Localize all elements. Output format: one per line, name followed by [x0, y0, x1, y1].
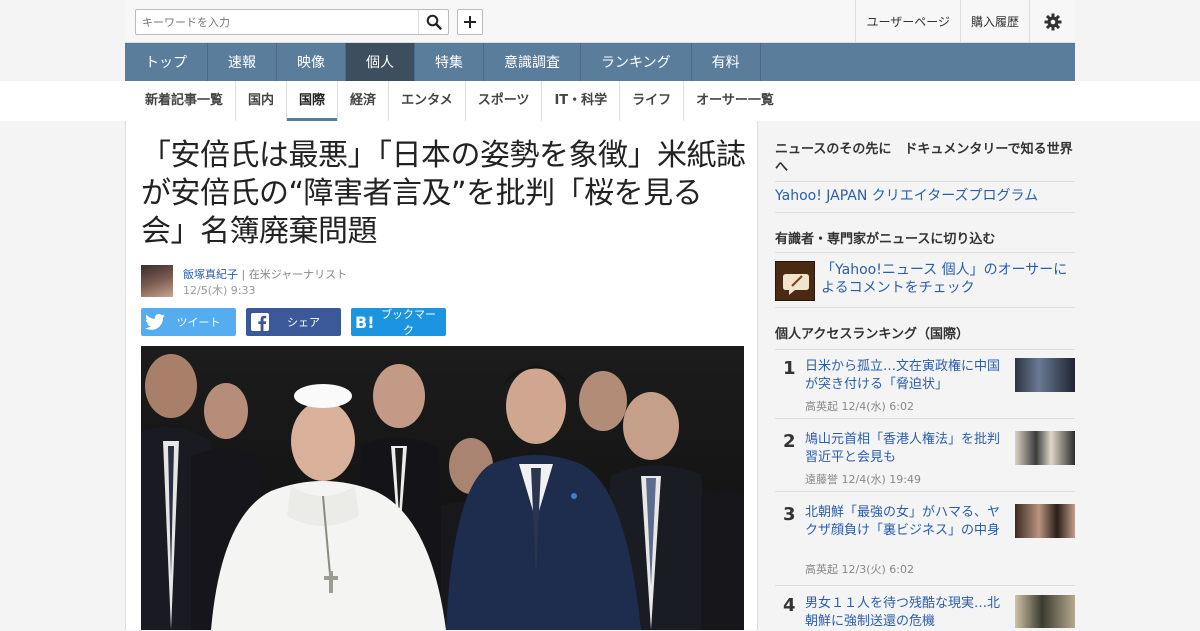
sidebar: ニュースのその先に ドキュメンタリーで知る世界へ Yahoo! JAPAN クリ… [759, 121, 1075, 630]
documentary-heading: ニュースのその先に ドキュメンタリーで知る世界へ [775, 142, 1073, 175]
nav-item-ranking[interactable]: ランキング [581, 43, 692, 81]
ranking-title[interactable]: 鳩山元首相「香港人権法」を批判 習近平と会見も [805, 431, 1013, 467]
twitter-bird-icon [145, 314, 165, 330]
nav-item-personal[interactable]: 個人 [346, 43, 415, 81]
article-photo-illustration [141, 346, 744, 630]
author-separator: | [241, 268, 249, 281]
ranking-date: 12/4(水) 19:49 [841, 473, 921, 486]
ranking-date: 12/4(水) 6:02 [841, 400, 914, 413]
ranking-title[interactable]: 男女１１人を待つ残酷な現実…北朝鮮に強制送還の危機 [805, 595, 1005, 631]
ranking-heading: 個人アクセスランキング（国際） [775, 327, 969, 342]
ranking-thumbnail[interactable] [1015, 358, 1075, 392]
ranking-author: 高英起 [805, 400, 838, 413]
divider [775, 181, 1075, 182]
tab-life[interactable]: ライフ [620, 81, 685, 121]
tab-domestic[interactable]: 国内 [236, 81, 288, 121]
tab-international[interactable]: 国際 [287, 81, 339, 121]
ranking-title[interactable]: 日米から孤立…文在寅政権に中国が突き付ける「脅迫状」 [805, 358, 1005, 394]
nav-item-features[interactable]: 特集 [415, 43, 484, 81]
article-photo [141, 346, 744, 630]
expert-comment-icon [775, 261, 815, 301]
search-box [135, 9, 449, 35]
tab-sports[interactable]: スポーツ [466, 81, 543, 121]
experts-heading: 有識者・専門家がニュースに切り込む [775, 232, 996, 247]
category-nav: 新着記事一覧 国内 国際 経済 エンタメ スポーツ IT・科学 ライフ オーサー… [125, 81, 1075, 121]
facebook-share-button[interactable]: シェア [246, 308, 341, 336]
main-nav: トップ 速報 映像 個人 特集 意識調査 ランキング 有料 [125, 43, 1075, 81]
rank-number: 2 [783, 431, 796, 452]
plus-icon [464, 16, 476, 28]
ranking-thumbnail[interactable] [1015, 504, 1075, 538]
divider [775, 349, 1075, 350]
rank-number: 3 [783, 504, 796, 525]
top-links: ユーザーページ 購入履歴 [855, 0, 1075, 43]
hatena-bookmark-icon: B! [355, 314, 375, 330]
ranking-date: 12/3(火) 6:02 [841, 563, 914, 576]
nav-item-top[interactable]: トップ [125, 43, 208, 81]
divider [775, 252, 1075, 253]
share-buttons: ツイート シェア B! ブックマーク [141, 308, 456, 337]
divider [775, 212, 1075, 213]
user-page-link[interactable]: ユーザーページ [855, 0, 960, 43]
author-name[interactable]: 飯塚真紀子 [183, 268, 238, 281]
rank-number: 4 [783, 595, 796, 616]
ranking-author: 高英起 [805, 563, 838, 576]
tab-entertainment[interactable]: エンタメ [389, 81, 466, 121]
ranking-thumbnail[interactable] [1015, 595, 1075, 628]
share-label: シェア [287, 316, 320, 329]
article-title: 「安倍氏は最悪」「日本の姿勢を象徴」米紙誌が安倍氏の“障害者言及”を批判「桜を見… [141, 138, 746, 249]
experts-link[interactable]: 「Yahoo!ニュース 個人」のオーサーによるコメントをチェック [821, 261, 1071, 297]
tweet-button[interactable]: ツイート [141, 308, 236, 336]
ranking-title[interactable]: 北朝鮮「最強の女」がハマる、ヤクザ顔負け「裏ビジネス」の中身 [805, 504, 1005, 540]
divider [775, 491, 1075, 492]
add-button[interactable] [457, 9, 483, 35]
search-input[interactable] [136, 10, 418, 34]
divider [775, 585, 1075, 586]
speech-bubble-icon [783, 274, 809, 295]
tab-it-science[interactable]: IT・科学 [542, 81, 621, 121]
search-icon [426, 14, 442, 30]
gear-icon [1044, 13, 1061, 30]
ranking-author: 遠藤誉 [805, 473, 838, 486]
rank-number: 1 [783, 358, 796, 379]
author-avatar[interactable] [141, 265, 173, 297]
nav-item-news-flash[interactable]: 速報 [208, 43, 277, 81]
divider [775, 307, 1075, 308]
nav-item-paid[interactable]: 有料 [692, 43, 761, 81]
purchase-history-link[interactable]: 購入履歴 [959, 0, 1029, 43]
author-role: 在米ジャーナリスト [248, 268, 348, 281]
settings-button[interactable] [1029, 0, 1075, 43]
tab-economy[interactable]: 経済 [338, 81, 390, 121]
documentary-block: ニュースのその先に ドキュメンタリーで知る世界へ [775, 141, 1075, 177]
divider [775, 418, 1075, 419]
tab-latest[interactable]: 新着記事一覧 [133, 81, 237, 121]
tweet-label: ツイート [176, 316, 221, 329]
tab-authors[interactable]: オーサー一覧 [684, 81, 786, 121]
bookmark-label: ブックマーク [381, 308, 436, 337]
article-date: 12/5(木) 9:33 [183, 284, 256, 297]
creators-program-link[interactable]: Yahoo! JAPAN クリエイターズプログラム [775, 187, 1075, 205]
search-button[interactable] [418, 10, 448, 34]
hatena-bookmark-button[interactable]: B! ブックマーク [351, 308, 446, 337]
top-bar: ユーザーページ 購入履歴 [125, 0, 1075, 43]
facebook-icon [251, 313, 269, 331]
nav-item-survey[interactable]: 意識調査 [484, 43, 581, 81]
ranking-thumbnail[interactable] [1015, 431, 1075, 465]
nav-item-video[interactable]: 映像 [277, 43, 346, 81]
article: 「安倍氏は最悪」「日本の姿勢を象徴」米紙誌が安倍氏の“障害者言及”を批判「桜を見… [125, 121, 758, 630]
svg-text:B!: B! [355, 314, 375, 330]
